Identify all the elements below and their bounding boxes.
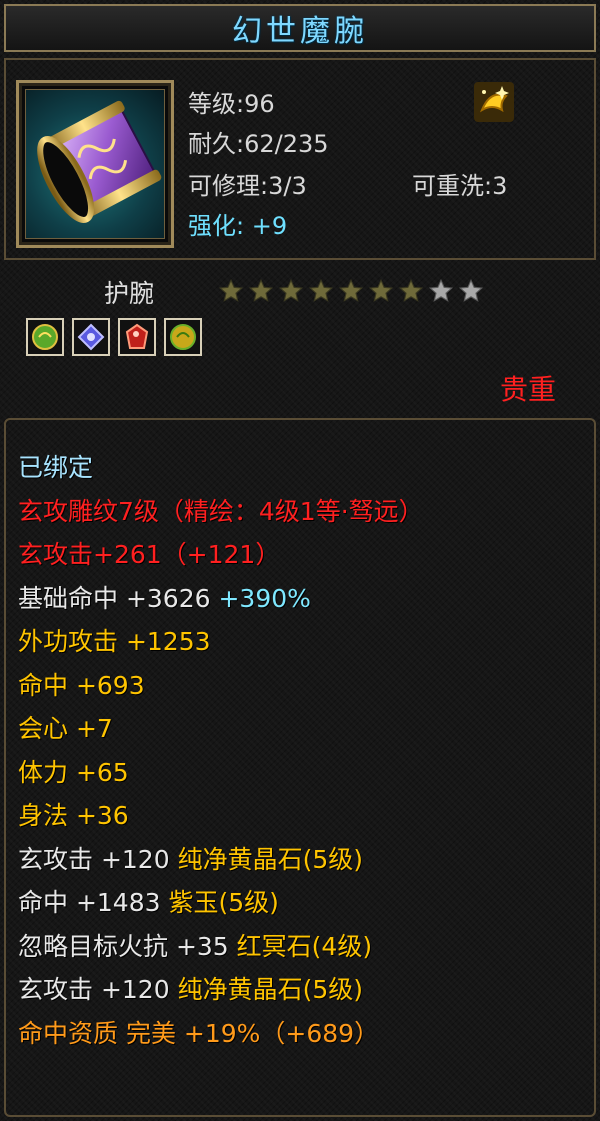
item-reroll-count: 可重洗:3	[412, 172, 508, 200]
item-durability: 耐久:62/235	[188, 130, 329, 158]
stats-panel: 已绑定玄攻雕纹7级（精绘：4级1等·驽远） 玄攻击+261（+121） 基础命中 +…	[4, 418, 596, 1117]
stat-text: 纯净黄晶石(5级)	[177, 844, 363, 874]
item-repair-count: 可修理:3/3	[188, 172, 307, 200]
item-type-row: 护腕 贵重	[4, 268, 596, 408]
item-type: 护腕	[104, 279, 155, 308]
item-tooltip: 幻世魔腕 等级:96 耐久:62/235 可修理:3/3 可重洗:3 强化: +…	[0, 0, 600, 1121]
stat-line: 命中 +693	[18, 666, 145, 702]
star-filled-icon	[308, 278, 334, 302]
stat-text: 玄攻击 +120	[18, 975, 178, 1004]
stat-line: 会心 +7	[18, 709, 113, 745]
star-filled-icon	[368, 278, 394, 302]
star-filled-icon	[398, 278, 424, 302]
stat-line: 体力 +65	[18, 753, 129, 789]
stat-text: 身法 +36	[18, 801, 129, 830]
stat-text: 命中 +693	[18, 670, 145, 700]
gem-slots	[26, 318, 202, 356]
star-filled-icon	[338, 278, 364, 302]
stat-text: 会心 +7	[18, 714, 113, 743]
stat-text: 命中 +1483	[18, 888, 169, 917]
item-enhance-level: 强化: +9	[188, 212, 288, 240]
stat-text: 紫玉(5级)	[168, 888, 279, 917]
stat-text: 体力 +65	[18, 757, 129, 787]
stat-line: 身法 +36	[18, 796, 129, 832]
item-header-panel: 等级:96 耐久:62/235 可修理:3/3 可重洗:3 强化: +9	[4, 58, 596, 260]
stat-line: 玄攻击 +120 纯净黄晶石(5级)	[18, 840, 363, 876]
stat-line: 忽略目标火抗 +35 红冥石(4级)	[18, 927, 372, 963]
stat-line: 外功攻击 +1253	[18, 622, 211, 658]
star-empty-icon	[428, 278, 454, 302]
stat-line: 玄攻击+261（+121）	[18, 535, 280, 571]
sparkle-gem-icon[interactable]	[472, 80, 516, 124]
stat-line: 玄攻雕纹7级（精绘：4级1等·驽远）	[18, 492, 424, 528]
stat-text: 外功攻击 +1253	[18, 627, 211, 656]
item-name: 幻世魔腕	[232, 14, 368, 49]
star-filled-icon	[278, 278, 304, 302]
rarity-label: 贵重	[499, 373, 556, 406]
red-gem-icon[interactable]	[118, 318, 156, 356]
stat-text: +390%	[218, 583, 311, 613]
item-icon-frame[interactable]	[16, 80, 174, 248]
stat-text: 已绑定	[18, 453, 94, 482]
star-rating	[218, 278, 484, 304]
star-filled-icon	[218, 278, 244, 302]
stat-text: 玄攻击 +120	[18, 844, 178, 874]
star-empty-icon	[458, 278, 484, 302]
bracer-icon	[25, 89, 165, 239]
stat-line: 已绑定	[18, 448, 93, 484]
star-filled-icon	[248, 278, 274, 302]
stat-text: 纯净黄晶石(5级)	[177, 975, 363, 1004]
stat-text: 玄攻雕纹7级（精绘：4级1等·驽远）	[18, 496, 424, 526]
stat-text: 红冥石(4级)	[236, 931, 373, 961]
stat-text: 玄攻击+261（+121）	[18, 540, 281, 569]
green-gem-icon[interactable]	[26, 318, 64, 356]
yellow-gem-icon[interactable]	[164, 318, 202, 356]
stat-line: 命中 +1483 紫玉(5级)	[18, 883, 279, 919]
stat-text: 忽略目标火抗 +35	[18, 931, 237, 961]
stat-text: 命中资质 完美 +19%（+689）	[18, 1018, 380, 1048]
title-bar: 幻世魔腕	[4, 4, 596, 52]
stat-text: 基础命中 +3626	[18, 583, 219, 613]
item-level: 等级:96	[188, 90, 275, 118]
stat-line: 命中资质 完美 +19%（+689）	[18, 1014, 379, 1050]
stat-line: 玄攻击 +120 纯净黄晶石(5级)	[18, 970, 363, 1006]
stat-line: 基础命中 +3626 +390%	[18, 579, 311, 615]
blue-gem-icon[interactable]	[72, 318, 110, 356]
